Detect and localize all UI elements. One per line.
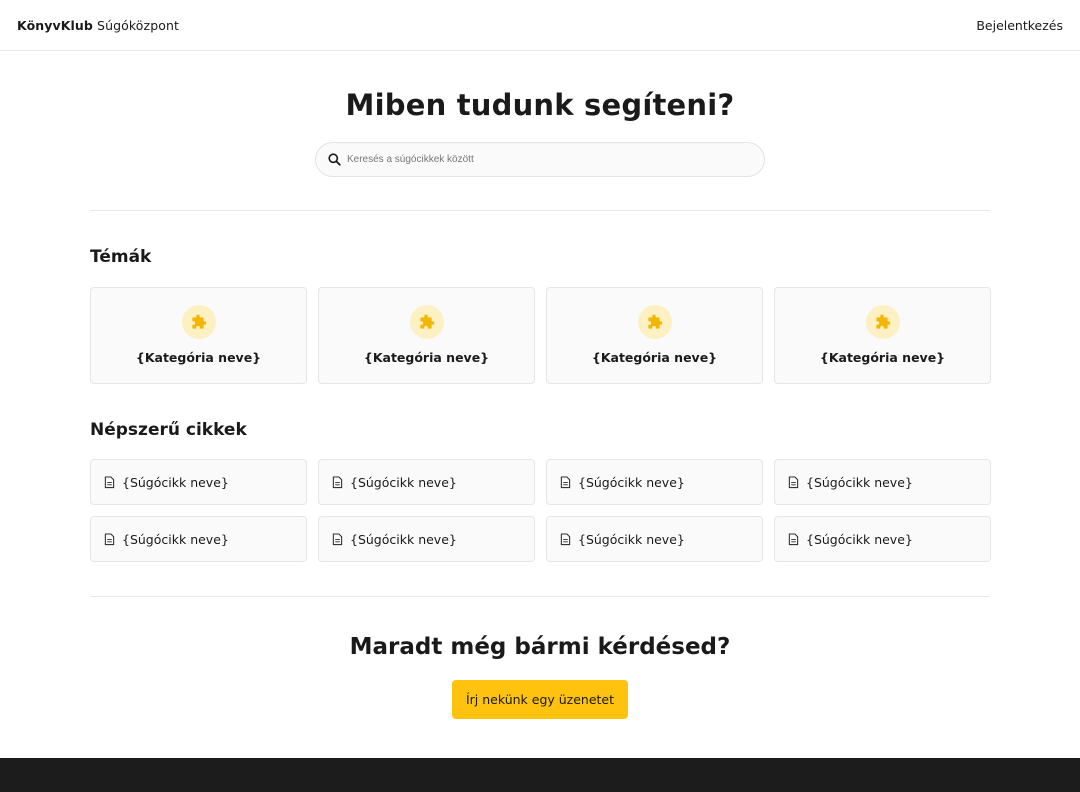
- topic-card[interactable]: {Kategória neve}: [774, 287, 991, 384]
- document-icon: [788, 532, 799, 545]
- search-icon: [328, 153, 341, 166]
- topic-grid: {Kategória neve} {Kategória neve} {Kateg…: [90, 287, 991, 384]
- search-bar[interactable]: [315, 142, 765, 177]
- article-card[interactable]: {Súgócikk neve}: [318, 459, 535, 505]
- contact-cta-title: Maradt még bármi kérdésed?: [349, 634, 731, 660]
- document-icon: [560, 475, 571, 488]
- article-label: {Súgócikk neve}: [122, 474, 229, 490]
- article-label: {Súgócikk neve}: [578, 531, 685, 547]
- popular-articles-title: Népszerű cikkek: [90, 420, 247, 440]
- puzzle-icon: [637, 305, 672, 339]
- article-label: {Súgócikk neve}: [806, 531, 913, 547]
- document-icon: [104, 532, 115, 545]
- article-card[interactable]: {Súgócikk neve}: [546, 516, 763, 562]
- topics-section: Témák {Kategória neve} {Kategória neve} …: [90, 247, 991, 384]
- document-icon: [332, 532, 343, 545]
- article-label: {Súgócikk neve}: [122, 531, 229, 547]
- popular-articles-section: Népszerű cikkek {Súgócikk neve} {Súgócik…: [90, 420, 991, 562]
- puzzle-icon: [865, 305, 900, 339]
- puzzle-icon: [409, 305, 444, 339]
- search-input[interactable]: [347, 154, 752, 165]
- article-card[interactable]: {Súgócikk neve}: [546, 459, 763, 505]
- article-label: {Súgócikk neve}: [350, 531, 457, 547]
- page-title: Miben tudunk segíteni?: [345, 88, 735, 122]
- article-card[interactable]: {Súgócikk neve}: [90, 516, 307, 562]
- brand-name: KönyvKlub: [17, 17, 93, 33]
- puzzle-icon: [181, 305, 216, 339]
- document-icon: [332, 475, 343, 488]
- article-card[interactable]: {Súgócikk neve}: [90, 459, 307, 505]
- divider: [90, 596, 990, 597]
- top-bar: KönyvKlub Súgóközpont Bejelentkezés: [0, 0, 1080, 51]
- brand-suffix: Súgóközpont: [97, 17, 179, 33]
- contact-button[interactable]: Írj nekünk egy üzenetet: [452, 680, 628, 719]
- article-grid: {Súgócikk neve} {Súgócikk neve} {Súgócik…: [90, 459, 991, 562]
- topic-label: {Kategória neve}: [363, 350, 490, 365]
- topic-card[interactable]: {Kategória neve}: [90, 287, 307, 384]
- topics-title: Témák: [90, 247, 152, 267]
- topic-label: {Kategória neve}: [819, 350, 946, 365]
- article-card[interactable]: {Súgócikk neve}: [318, 516, 535, 562]
- article-label: {Súgócikk neve}: [350, 474, 457, 490]
- article-card[interactable]: {Súgócikk neve}: [774, 516, 991, 562]
- topic-card[interactable]: {Kategória neve}: [546, 287, 763, 384]
- document-icon: [560, 532, 571, 545]
- footer: [0, 758, 1080, 792]
- article-card[interactable]: {Súgócikk neve}: [774, 459, 991, 505]
- brand-logo[interactable]: KönyvKlub Súgóközpont: [17, 18, 179, 33]
- divider: [90, 210, 990, 211]
- topic-label: {Kategória neve}: [591, 350, 718, 365]
- article-label: {Súgócikk neve}: [578, 474, 685, 490]
- article-label: {Súgócikk neve}: [806, 474, 913, 490]
- document-icon: [104, 475, 115, 488]
- login-link[interactable]: Bejelentkezés: [976, 18, 1063, 33]
- document-icon: [788, 475, 799, 488]
- topic-label: {Kategória neve}: [135, 350, 262, 365]
- topic-card[interactable]: {Kategória neve}: [318, 287, 535, 384]
